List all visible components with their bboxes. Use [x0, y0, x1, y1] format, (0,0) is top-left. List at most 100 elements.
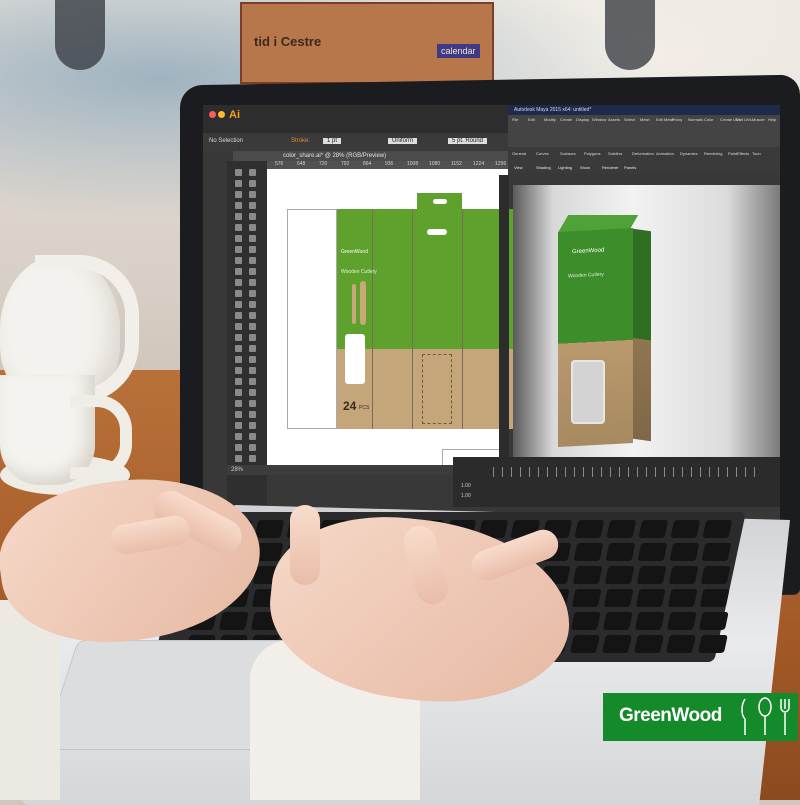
viewport-menu-item[interactable]: Panels	[624, 165, 636, 170]
tool-icon[interactable]	[249, 422, 256, 429]
keyboard-key[interactable]	[669, 543, 700, 561]
keyboard-key[interactable]	[701, 543, 732, 561]
tool-icon[interactable]	[249, 246, 256, 253]
keyboard-key[interactable]	[574, 520, 605, 538]
tool-icon[interactable]	[235, 246, 242, 253]
tool-icon[interactable]	[235, 224, 242, 231]
maya-menu-item[interactable]: Assets	[608, 117, 620, 122]
timeline-start[interactable]: 1.00	[461, 483, 471, 489]
tool-icon[interactable]	[249, 334, 256, 341]
tool-icon[interactable]	[235, 169, 242, 176]
stroke-profile-select[interactable]: Uniform	[388, 138, 418, 144]
tool-icon[interactable]	[235, 268, 242, 275]
stroke-weight-field[interactable]: 1 pt	[323, 138, 342, 144]
tool-icon[interactable]	[235, 180, 242, 187]
viewport-menu-item[interactable]: Shading	[536, 165, 551, 170]
viewport-menu-item[interactable]: Lighting	[558, 165, 572, 170]
tool-icon[interactable]	[249, 257, 256, 264]
tool-icon[interactable]	[249, 202, 256, 209]
maya-menu-item[interactable]: Color	[704, 117, 714, 122]
tool-icon[interactable]	[235, 213, 242, 220]
keyboard-key[interactable]	[601, 635, 632, 653]
tool-icon[interactable]	[249, 213, 256, 220]
keyboard-key[interactable]	[573, 543, 604, 561]
keyboard-key[interactable]	[602, 612, 633, 630]
stroke-label[interactable]: Stroke:	[291, 138, 310, 144]
maya-shelf-tab[interactable]: Toon	[752, 151, 761, 156]
maya-shelf-tab[interactable]: PaintEffects	[728, 151, 749, 156]
tool-icon[interactable]	[235, 323, 242, 330]
keyboard-key[interactable]	[569, 635, 600, 653]
tool-icon[interactable]	[249, 301, 256, 308]
maya-menu-item[interactable]: Display	[576, 117, 589, 122]
tool-icon[interactable]	[249, 389, 256, 396]
viewport-menu-item[interactable]: Show	[580, 165, 590, 170]
keyboard-key[interactable]	[636, 566, 667, 584]
tool-icon[interactable]	[235, 433, 242, 440]
tool-icon[interactable]	[249, 191, 256, 198]
maya-shelf-tab[interactable]: Polygons	[584, 151, 600, 156]
tool-icon[interactable]	[235, 367, 242, 374]
tool-icon[interactable]	[249, 290, 256, 297]
maya-shelf-tab[interactable]: Subdivs	[608, 151, 622, 156]
tool-icon[interactable]	[235, 279, 242, 286]
tool-icon[interactable]	[249, 455, 256, 462]
viewport-menu-item[interactable]: View	[514, 165, 523, 170]
keyboard-key[interactable]	[571, 589, 602, 607]
maya-menu-item[interactable]: Create	[560, 117, 572, 122]
maya-menu-item[interactable]: Normals	[688, 117, 703, 122]
keyboard-key[interactable]	[254, 520, 285, 538]
keyboard-key[interactable]	[570, 612, 601, 630]
keyboard-key[interactable]	[702, 520, 733, 538]
maya-menu-item[interactable]: Muscle	[752, 117, 765, 122]
brush-select[interactable]: 5 pt. Round	[448, 138, 488, 144]
keyboard-key[interactable]	[670, 520, 701, 538]
tool-icon[interactable]	[235, 301, 242, 308]
keyboard-key[interactable]	[667, 589, 698, 607]
keyboard-key[interactable]	[603, 589, 634, 607]
maya-shelf-tab[interactable]: Animation	[656, 151, 674, 156]
tool-icon[interactable]	[249, 411, 256, 418]
keyboard-key[interactable]	[633, 635, 664, 653]
keyboard-key[interactable]	[699, 589, 730, 607]
tool-icon[interactable]	[249, 378, 256, 385]
tool-icon[interactable]	[249, 323, 256, 330]
tool-icon[interactable]	[235, 411, 242, 418]
document-tab[interactable]: color_share.ai* @ 28% (RGB/Preview)	[233, 151, 513, 161]
timeline-current[interactable]: 1.00	[461, 493, 471, 499]
maya-menu-item[interactable]: Proxy	[672, 117, 682, 122]
keyboard-key[interactable]	[698, 612, 729, 630]
tool-icon[interactable]	[249, 268, 256, 275]
tool-icon[interactable]	[235, 312, 242, 319]
tool-icon[interactable]	[235, 444, 242, 451]
tool-icon[interactable]	[249, 224, 256, 231]
maya-menu-item[interactable]: File	[512, 117, 518, 122]
tool-icon[interactable]	[249, 367, 256, 374]
tool-icon[interactable]	[249, 444, 256, 451]
maya-shelf-tab[interactable]: Rendering	[704, 151, 722, 156]
maya-menu-item[interactable]: Help	[768, 117, 776, 122]
keyboard-key[interactable]	[635, 589, 666, 607]
artboard[interactable]: GreenWood Wooden Cutlery 24 PCS	[267, 169, 517, 469]
tool-icon[interactable]	[235, 400, 242, 407]
tool-icon[interactable]	[249, 180, 256, 187]
maya-shelf-tab[interactable]: Surfaces	[560, 151, 576, 156]
viewport-menu-item[interactable]: Renderer	[602, 165, 619, 170]
tool-icon[interactable]	[235, 422, 242, 429]
keyboard-key[interactable]	[606, 520, 637, 538]
keyboard-key[interactable]	[638, 520, 669, 538]
keyboard-key[interactable]	[668, 566, 699, 584]
tool-icon[interactable]	[249, 169, 256, 176]
keyboard-key[interactable]	[604, 566, 635, 584]
keyboard-key[interactable]	[637, 543, 668, 561]
tool-icon[interactable]	[249, 400, 256, 407]
tool-icon[interactable]	[249, 235, 256, 242]
maya-menu-item[interactable]: Select	[624, 117, 635, 122]
tool-icon[interactable]	[249, 345, 256, 352]
maya-shelf-tab[interactable]: Deformation	[632, 151, 654, 156]
minimize-dot-icon[interactable]	[218, 111, 225, 118]
maya-menu-item[interactable]: Window	[592, 117, 606, 122]
keyboard-key[interactable]	[666, 612, 697, 630]
zoom-level[interactable]: 28%	[231, 467, 243, 473]
tool-icon[interactable]	[235, 334, 242, 341]
